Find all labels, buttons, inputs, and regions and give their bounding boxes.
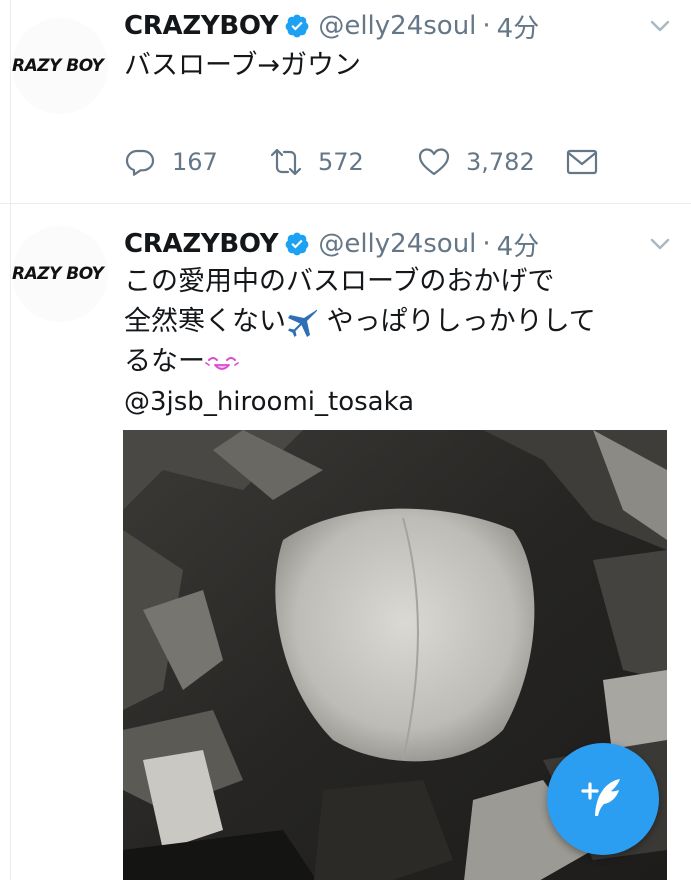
tweet-header: CRAZYBOY @elly24soul · 4分 <box>124 8 671 44</box>
author-name[interactable]: CRAZYBOY <box>124 11 279 41</box>
airplane-emoji <box>288 309 318 337</box>
tweet-text-line: この愛用中のバスローブのおかげで <box>124 266 555 297</box>
tweet-text: この愛用中のバスローブのおかげで 全然寒くない やっぱりしっかりして るなー @… <box>124 262 667 422</box>
author-handle[interactable]: @elly24soul <box>318 11 476 41</box>
tweet-time[interactable]: 4分 <box>497 8 540 45</box>
like-count: 3,782 <box>466 148 535 176</box>
tweet-text-line: 全然寒くない やっぱりしっかりして <box>124 302 667 342</box>
author-name[interactable]: CRAZYBOY <box>124 229 279 259</box>
tweet-time[interactable]: 4分 <box>497 226 540 263</box>
compose-tweet-icon <box>581 779 620 816</box>
reply-count: 167 <box>172 148 218 176</box>
like-button[interactable]: 3,782 <box>418 146 566 178</box>
reply-button[interactable]: 167 <box>124 146 270 178</box>
retweet-icon <box>270 148 302 176</box>
timeline: RAZY BOY CRAZYBOY @elly24soul · 4分 バスローブ… <box>0 0 691 880</box>
verified-badge-icon <box>285 14 309 38</box>
chevron-down-icon[interactable] <box>649 18 671 34</box>
tweet-text-fragment: 全然寒くない <box>124 306 286 337</box>
avatar[interactable]: RAZY BOY <box>12 18 108 114</box>
mention-link[interactable]: @3jsb_hiroomi_tosaka <box>124 382 667 422</box>
avatar-logo: RAZY BOY <box>12 264 104 284</box>
tweet-text: バスローブ→ガウン <box>124 46 667 86</box>
tweet-text-line: バスローブ→ガウン <box>124 50 362 81</box>
separator: · <box>482 229 491 259</box>
author-handle[interactable]: @elly24soul <box>318 229 476 259</box>
smiling-face-emoji <box>205 356 239 370</box>
retweet-count: 572 <box>318 148 364 176</box>
reply-icon <box>125 149 155 176</box>
envelope-icon <box>566 149 598 175</box>
direct-message-button[interactable] <box>566 146 598 178</box>
tweet-text-fragment: やっぱりしっかりして <box>318 306 596 337</box>
verified-badge-icon <box>285 232 309 256</box>
chevron-down-icon[interactable] <box>649 236 671 252</box>
heart-icon <box>418 148 450 176</box>
tweet-actions: 167 572 3,782 <box>124 142 598 182</box>
tweet[interactable]: RAZY BOY CRAZYBOY @elly24soul · 4分 バスローブ… <box>0 0 691 204</box>
avatar[interactable]: RAZY BOY <box>12 226 108 322</box>
separator: · <box>482 11 491 41</box>
compose-tweet-button[interactable] <box>547 743 659 855</box>
retweet-button[interactable]: 572 <box>270 146 418 178</box>
avatar-logo: RAZY BOY <box>12 56 104 76</box>
tweet-header: CRAZYBOY @elly24soul · 4分 <box>124 226 671 262</box>
tweet-text-line: るなー <box>124 342 667 382</box>
tweet-text-fragment: るなー <box>124 346 205 377</box>
